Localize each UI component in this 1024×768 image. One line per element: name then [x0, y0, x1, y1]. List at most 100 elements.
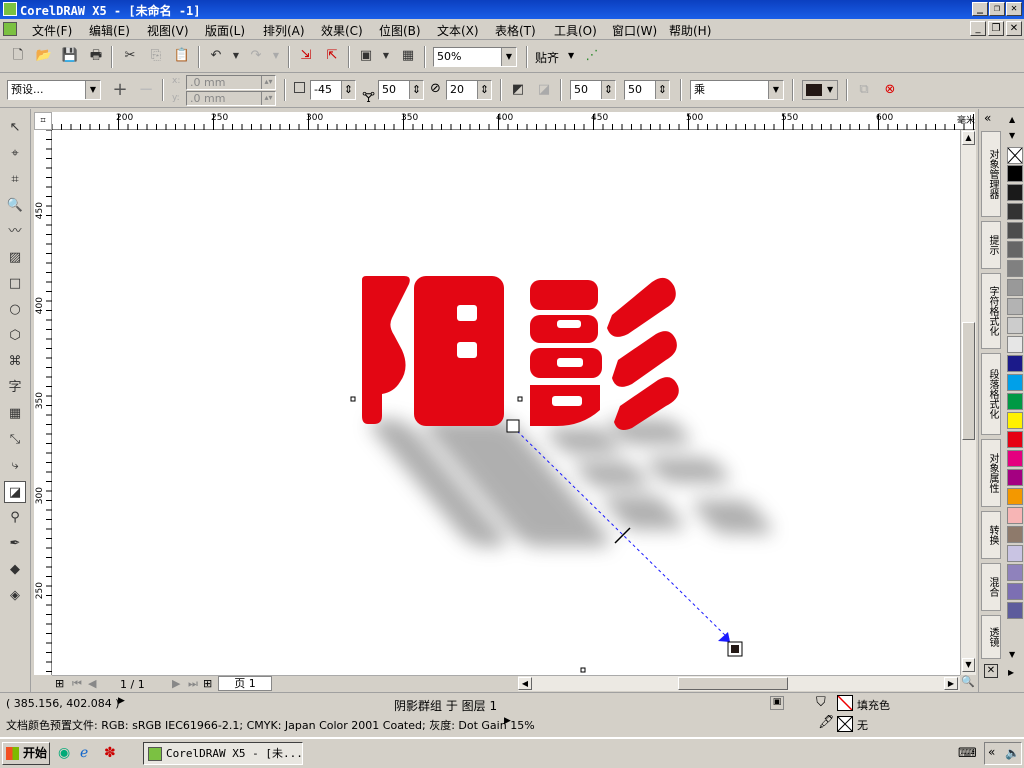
- text-tool-icon[interactable]: 字: [4, 377, 26, 399]
- add-page-before-icon[interactable]: ⊞: [55, 677, 64, 690]
- snap-status-icon[interactable]: ▣: [770, 696, 784, 710]
- welcome-screen-icon[interactable]: ▦: [398, 46, 418, 66]
- ellipse-tool-icon[interactable]: ○: [4, 299, 26, 321]
- clear-shadow-icon[interactable]: ⊗: [880, 80, 900, 100]
- menu-window[interactable]: 窗口(W): [612, 22, 657, 39]
- shadow-color-picker[interactable]: ▼: [802, 80, 838, 100]
- shadow-opacity-slider[interactable]: [614, 527, 631, 544]
- page-tab[interactable]: 页 1: [218, 676, 272, 691]
- palette-swatch[interactable]: [1007, 393, 1023, 410]
- palette-swatch[interactable]: [1007, 336, 1023, 353]
- maximize-button[interactable]: ❐: [989, 2, 1005, 16]
- palette-swatch[interactable]: [1007, 431, 1023, 448]
- drop-shadow-tool-icon[interactable]: ◪: [4, 481, 26, 503]
- undo-dropdown-icon[interactable]: ▼: [226, 46, 246, 66]
- menu-layout[interactable]: 版面(L): [205, 22, 245, 39]
- palette-swatch[interactable]: [1007, 355, 1023, 372]
- palette-scroll-down-icon[interactable]: ▼: [1009, 131, 1015, 140]
- menu-view[interactable]: 视图(V): [147, 22, 189, 39]
- taskbar-window-button[interactable]: CorelDRAW X5 - [未...: [143, 742, 303, 765]
- undo-icon[interactable]: ↶: [206, 46, 226, 66]
- shape-tool-icon[interactable]: ⌖: [4, 143, 26, 165]
- vertical-ruler[interactable]: 450 400 350 300 250: [34, 130, 52, 675]
- start-button[interactable]: 开始: [2, 742, 50, 765]
- doc-restore-button[interactable]: ❐: [988, 21, 1004, 36]
- next-page-icon[interactable]: ▶: [172, 677, 180, 690]
- menu-bitmaps[interactable]: 位图(B): [379, 22, 421, 39]
- docker-tab-transformations[interactable]: 转换: [981, 511, 1001, 559]
- menu-tools[interactable]: 工具(O): [554, 22, 597, 39]
- application-launcher-icon[interactable]: ▣: [356, 46, 376, 66]
- freehand-tool-icon[interactable]: 〰: [4, 221, 26, 243]
- scroll-down-icon[interactable]: ▼: [962, 658, 975, 672]
- dynamic-guides-icon[interactable]: ⋰: [582, 46, 602, 66]
- palette-swatch[interactable]: [1007, 298, 1023, 315]
- smart-fill-tool-icon[interactable]: ▨: [4, 247, 26, 269]
- palette-swatch[interactable]: [1007, 317, 1023, 334]
- feather-direction-icon[interactable]: ◩: [508, 80, 528, 100]
- scroll-up-icon[interactable]: ▲: [962, 131, 975, 145]
- palette-swatch[interactable]: [1007, 165, 1023, 182]
- shadow-feather-field[interactable]: 50 ⇕: [570, 80, 616, 100]
- import-icon[interactable]: ⇲: [296, 46, 316, 66]
- doc-close-button[interactable]: ✕: [1006, 21, 1022, 36]
- palette-swatch[interactable]: [1007, 488, 1023, 505]
- copy-icon[interactable]: ⎘: [146, 46, 166, 66]
- cut-icon[interactable]: ✂: [120, 46, 140, 66]
- docker-tab-hints[interactable]: 提示: [981, 221, 1001, 269]
- close-button[interactable]: ✕: [1006, 2, 1022, 16]
- vertical-scrollbar[interactable]: ▲ ▼: [960, 130, 976, 675]
- feather-edges-icon[interactable]: ◪: [534, 80, 554, 100]
- vertical-scroll-thumb[interactable]: [962, 322, 975, 440]
- shadow-stretch-field[interactable]: 50 ⇕: [378, 80, 424, 100]
- menu-table[interactable]: 表格(T): [495, 22, 536, 39]
- save-icon[interactable]: 💾: [60, 46, 80, 66]
- table-tool-icon[interactable]: ▦: [4, 403, 26, 425]
- palette-swatch[interactable]: [1007, 412, 1023, 429]
- basic-shapes-tool-icon[interactable]: ⌘: [4, 351, 26, 373]
- palette-swatch[interactable]: [1007, 564, 1023, 581]
- shadow-start-handle[interactable]: [506, 419, 520, 433]
- connector-tool-icon[interactable]: ⤷: [4, 455, 26, 477]
- docker-tab-object-properties[interactable]: 对象属性: [981, 439, 1001, 507]
- pick-tool-icon[interactable]: ↖: [4, 117, 26, 139]
- rectangle-tool-icon[interactable]: □: [4, 273, 26, 295]
- no-color-swatch[interactable]: [1007, 147, 1023, 164]
- palette-swatch[interactable]: [1007, 203, 1023, 220]
- blend-mode-select[interactable]: 乘 ▼: [690, 80, 784, 100]
- polygon-tool-icon[interactable]: ⬡: [4, 325, 26, 347]
- docker-tab-object-manager[interactable]: 对象管理器: [981, 131, 1001, 217]
- zoom-tool-icon[interactable]: 🔍: [4, 195, 26, 217]
- palette-swatch[interactable]: [1007, 583, 1023, 600]
- selection-handle[interactable]: [580, 667, 586, 673]
- drawing-canvas[interactable]: [52, 130, 960, 675]
- palette-swatch[interactable]: [1007, 450, 1023, 467]
- palette-swatch[interactable]: [1007, 260, 1023, 277]
- minimize-button[interactable]: _: [972, 2, 988, 16]
- volume-icon[interactable]: 🔈: [1005, 746, 1020, 760]
- palette-scroll-more-icon[interactable]: ▼: [1009, 650, 1015, 659]
- shadow-offset-x-field[interactable]: .0 mm ▴▾: [186, 75, 276, 90]
- first-page-icon[interactable]: ⏮: [72, 677, 82, 691]
- palette-swatch[interactable]: [1007, 374, 1023, 391]
- chrome-icon[interactable]: ◉: [58, 745, 70, 761]
- fill-tool-icon[interactable]: ◆: [4, 559, 26, 581]
- palette-swatch[interactable]: [1007, 222, 1023, 239]
- keyboard-icon[interactable]: ⌨: [958, 746, 977, 761]
- add-preset-icon[interactable]: +: [110, 80, 130, 100]
- palette-swatch[interactable]: [1007, 507, 1023, 524]
- previous-page-icon[interactable]: ◀: [88, 677, 96, 690]
- palette-swatch[interactable]: [1007, 545, 1023, 562]
- redo-dropdown-icon[interactable]: ▼: [266, 46, 286, 66]
- open-icon[interactable]: 📂: [34, 46, 54, 66]
- palette-scroll-up-icon[interactable]: ▲: [1009, 115, 1015, 124]
- snap-to-label[interactable]: 贴齐: [535, 49, 559, 66]
- shadow-angle-field[interactable]: -45 ⇕: [310, 80, 356, 100]
- palette-swatch[interactable]: [1007, 602, 1023, 619]
- crop-tool-icon[interactable]: ⌗: [4, 169, 26, 191]
- shadow-fade-field[interactable]: 50 ⇕: [624, 80, 670, 100]
- menu-effects[interactable]: 效果(C): [321, 22, 363, 39]
- horizontal-scroll-thumb[interactable]: [678, 677, 788, 690]
- docker-tab-character-formatting[interactable]: 字符格式化: [981, 273, 1001, 349]
- expand-dockers-icon[interactable]: «: [984, 111, 991, 125]
